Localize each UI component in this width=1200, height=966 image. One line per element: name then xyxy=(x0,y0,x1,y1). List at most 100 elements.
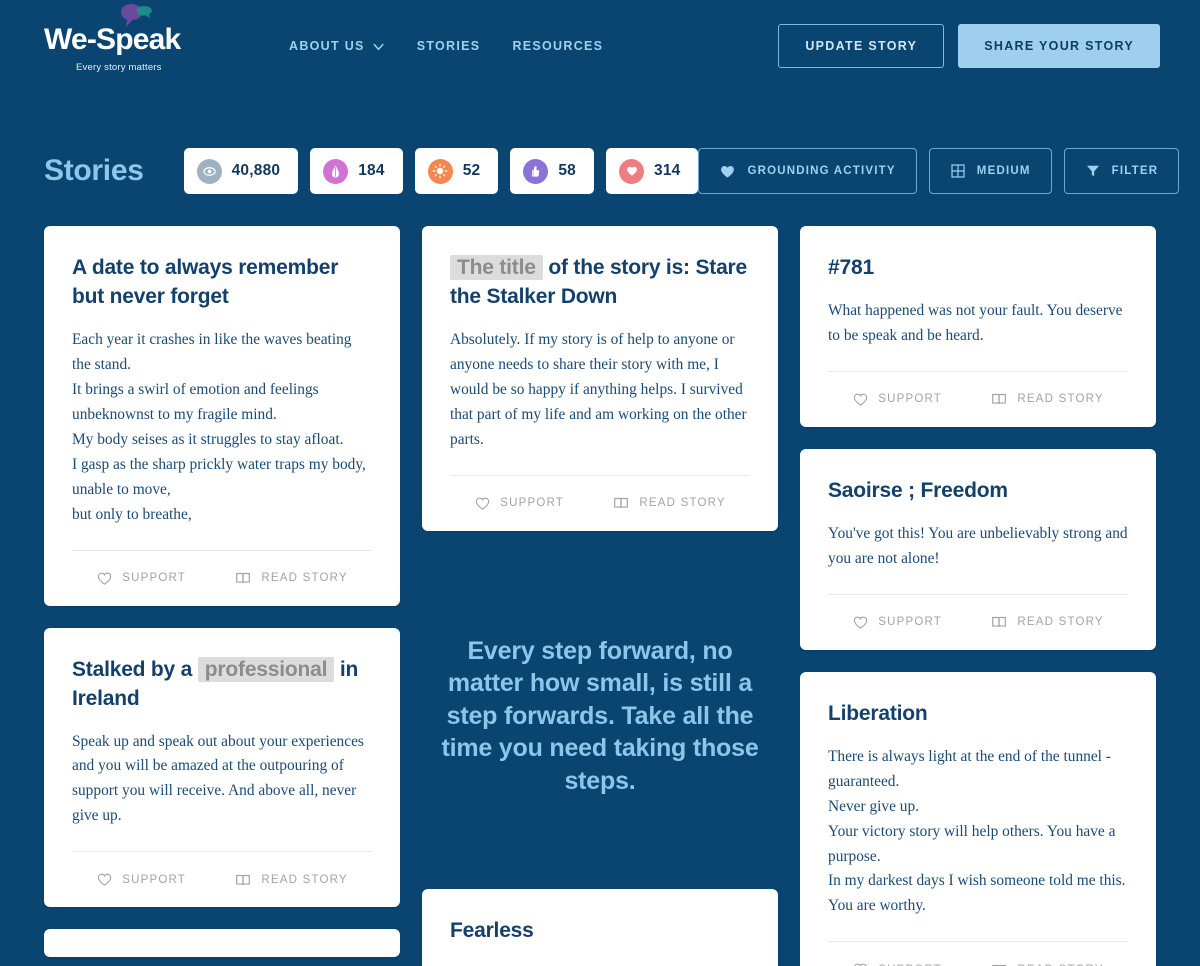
nav-label-about-us: About Us xyxy=(289,39,365,53)
story-body: Each year it crashes in like the waves b… xyxy=(72,330,366,523)
story-card-footer: Support Read Story xyxy=(72,549,372,606)
stat-chip-heart[interactable]: 314 xyxy=(606,148,699,194)
story-card-footer: Support Read Story xyxy=(450,474,750,531)
story-card[interactable]: The title of the story is: Stare the Sta… xyxy=(422,226,778,531)
stories-board: A date to always remember but never forg… xyxy=(0,226,1200,966)
support-button[interactable]: Support xyxy=(474,495,564,512)
eye-icon xyxy=(196,158,222,184)
story-body: What happened was not your fault. You de… xyxy=(828,301,1123,344)
nav-label-resources: Resources xyxy=(512,39,604,53)
support-button[interactable]: Support xyxy=(852,614,942,631)
read-story-label: Read Story xyxy=(261,873,348,886)
stat-chip-sun[interactable]: 52 xyxy=(414,148,499,194)
medium-view-button[interactable]: Medium xyxy=(928,148,1052,194)
story-card[interactable]: A date to always remember but never forg… xyxy=(44,226,400,606)
praying-hands-icon xyxy=(323,158,349,184)
story-title: Saoirse ; Freedom xyxy=(828,478,1008,502)
site-logo[interactable]: We-Speak Every story matters xyxy=(44,4,194,73)
story-title: Liberation xyxy=(828,701,928,725)
support-button[interactable]: Support xyxy=(852,961,942,966)
grounding-activity-button[interactable]: Grounding Activity xyxy=(698,148,917,194)
filter-button[interactable]: Filter xyxy=(1063,148,1180,194)
support-label: Support xyxy=(122,572,186,585)
stat-value-thumbs-up: 58 xyxy=(558,162,576,179)
support-button[interactable]: Support xyxy=(96,871,186,888)
support-label: Support xyxy=(878,616,942,629)
story-body: Absolutely. If my story is of help to an… xyxy=(450,330,747,448)
header-actions: Update Story Share Your Story xyxy=(778,24,1160,68)
story-title: Fearless xyxy=(450,919,534,943)
share-your-story-button[interactable]: Share Your Story xyxy=(958,24,1160,68)
stories-column-3: #781 What happened was not your fault. Y… xyxy=(800,226,1156,966)
open-book-icon xyxy=(236,874,251,885)
story-card-footer: Support Read Story xyxy=(828,593,1128,650)
stat-chip-praying-hands[interactable]: 184 xyxy=(310,148,403,194)
read-story-button[interactable]: Read Story xyxy=(612,494,725,512)
heart-outline-icon xyxy=(476,497,490,510)
story-card[interactable]: Fearless You have a strength in you to f… xyxy=(422,889,778,966)
stat-value-heart: 314 xyxy=(654,162,681,179)
speech-bubbles-icon xyxy=(121,4,152,27)
read-story-label: Read Story xyxy=(639,497,726,510)
stat-value-sun: 52 xyxy=(462,162,481,179)
read-story-label: Read Story xyxy=(1017,393,1104,406)
inspirational-quote: Every step forward, no matter how small,… xyxy=(441,636,759,795)
story-card-footer: Support Read Story xyxy=(72,851,372,907)
logo-tagline: Every story matters xyxy=(76,62,162,73)
support-button[interactable]: Support xyxy=(96,570,186,587)
story-card[interactable]: Liberation There is always light at the … xyxy=(800,671,1156,966)
stories-toolbar: Stories 40,880 184 52 58 314 GROUNDING A… xyxy=(0,132,1200,210)
grounding-activity-label: Grounding Activity xyxy=(747,165,896,177)
open-book-icon xyxy=(992,394,1007,405)
support-button[interactable]: Support xyxy=(852,391,942,408)
open-book-icon xyxy=(992,617,1007,628)
heart-icon xyxy=(619,158,644,184)
stories-column-2: The title of the story is: Stare the Sta… xyxy=(422,226,778,966)
story-card[interactable]: Saoirse ; Freedom You've got this! You a… xyxy=(800,448,1156,650)
stat-chip-views[interactable]: 40,880 xyxy=(183,148,299,194)
stat-value-praying-hands: 184 xyxy=(358,162,385,179)
story-title-marked: The title xyxy=(450,255,543,280)
stat-chip-thumbs-up[interactable]: 58 xyxy=(510,148,594,194)
story-body: You've got this! You are unbelievably st… xyxy=(828,524,1128,567)
nav-item-resources[interactable]: Resources xyxy=(512,39,603,53)
story-card-footer: Support Read Story xyxy=(828,941,1128,966)
read-story-button[interactable]: Read Story xyxy=(234,569,347,587)
stat-value-views: 40,880 xyxy=(231,162,281,179)
read-story-button[interactable]: Read Story xyxy=(990,961,1103,966)
support-label: Support xyxy=(122,873,186,886)
toolbar-actions: Grounding Activity Medium Filter xyxy=(698,148,1180,194)
read-story-button[interactable]: Read Story xyxy=(990,613,1103,631)
story-title-marked: professional xyxy=(197,656,335,682)
heart-filled-icon xyxy=(721,165,735,177)
stories-column-1: A date to always remember but never forg… xyxy=(44,226,400,958)
reaction-stats: 40,880 184 52 58 314 xyxy=(183,148,699,194)
grid-icon xyxy=(951,164,965,178)
stories-page: We-Speak Every story matters About Us St… xyxy=(0,0,1200,966)
story-title: A date to always remember but never forg… xyxy=(72,256,339,308)
chevron-down-icon xyxy=(372,43,384,50)
sun-icon xyxy=(427,158,453,184)
open-book-icon xyxy=(992,964,1007,966)
read-story-label: Read Story xyxy=(261,572,348,585)
filter-label: Filter xyxy=(1111,165,1159,177)
medium-view-label: Medium xyxy=(976,165,1031,177)
thumbs-up-icon xyxy=(523,158,549,184)
read-story-button[interactable]: Read Story xyxy=(990,390,1103,408)
story-card[interactable]: Stalked by a professional in Ireland Spe… xyxy=(44,627,400,908)
nav-item-about-us[interactable]: About Us xyxy=(289,39,385,53)
heart-outline-icon xyxy=(854,616,868,629)
funnel-icon xyxy=(1086,165,1099,177)
read-story-button[interactable]: Read Story xyxy=(234,871,347,889)
story-body: There is always light at the end of the … xyxy=(828,747,1126,915)
story-title: Stalked by a professional in Ireland xyxy=(72,656,372,714)
support-label: Support xyxy=(878,393,942,406)
update-story-button[interactable]: Update Story xyxy=(778,24,945,68)
story-card-partial[interactable] xyxy=(44,929,400,958)
story-body: You have a strength in you to fight . Th… xyxy=(450,962,750,966)
nav-item-stories[interactable]: Stories xyxy=(417,39,481,53)
heart-outline-icon xyxy=(854,393,868,406)
site-header: We-Speak Every story matters About Us St… xyxy=(0,0,1200,92)
story-card[interactable]: #781 What happened was not your fault. Y… xyxy=(800,226,1156,427)
support-label: Support xyxy=(500,497,564,510)
